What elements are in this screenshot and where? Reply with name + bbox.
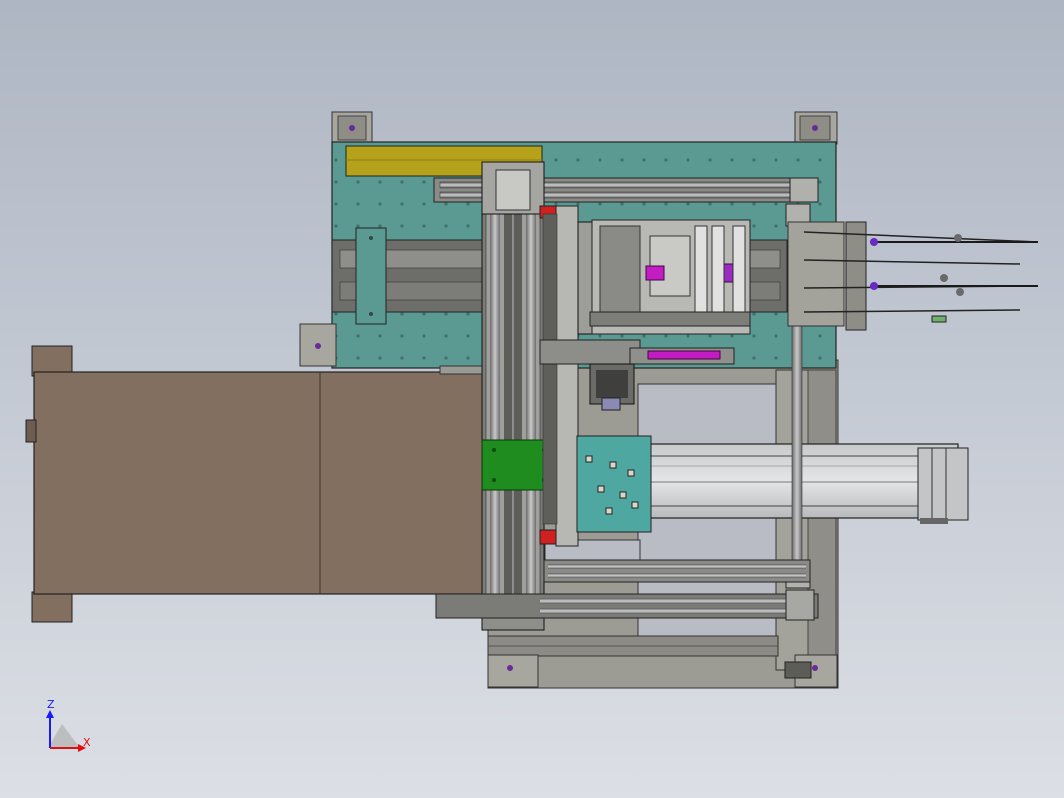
- brown-enclosure: [25, 345, 487, 623]
- x-axis-label: X: [83, 736, 91, 749]
- foot-bolt-icon: [812, 665, 818, 671]
- coordinate-triad: Z X: [46, 698, 91, 752]
- foot-bolt-icon: [507, 665, 513, 671]
- teal-work-table: [576, 435, 652, 533]
- right-conveyor: [576, 435, 969, 533]
- z-axis-label: Z: [47, 698, 55, 711]
- right-feeder: [787, 221, 1039, 331]
- red-stop-block: [539, 529, 559, 545]
- magenta-cylinder: [647, 350, 721, 360]
- feeder-bolt-icon: [870, 238, 878, 246]
- top-corner-posts: [331, 111, 838, 145]
- magenta-actuator: [645, 265, 665, 281]
- cad-viewport[interactable]: Z X: [0, 0, 1064, 798]
- feeder-bolt-icon: [870, 282, 878, 290]
